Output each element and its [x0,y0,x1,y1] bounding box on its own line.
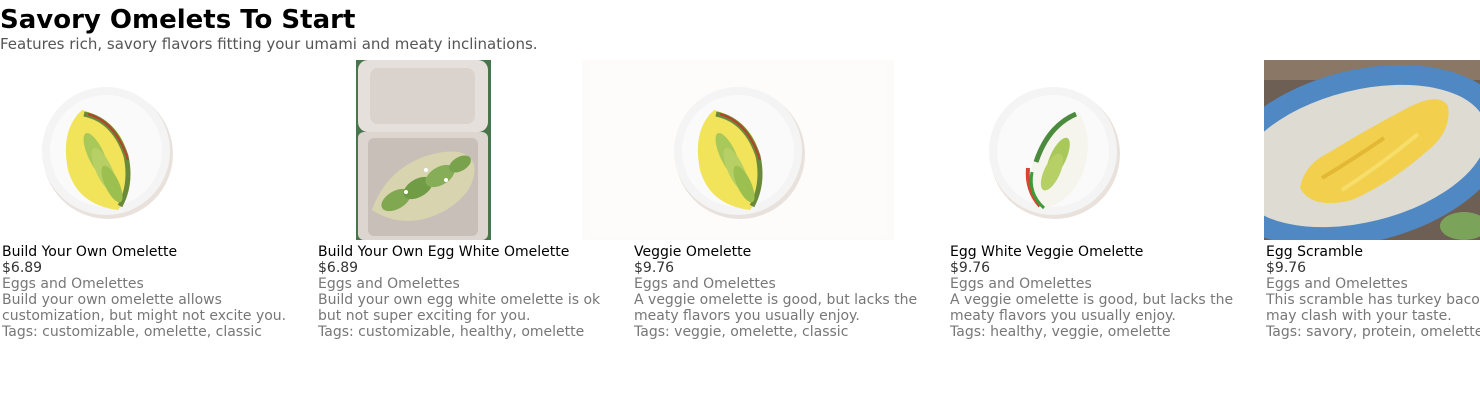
item-tags: Tags: savory, protein, omelette [1266,324,1480,340]
menu-item-row: Build Your Own Omelette $6.89 Eggs and O… [0,60,1480,380]
item-description: Build your own omelette allows customiza… [2,292,287,324]
item-price: $6.89 [2,260,43,276]
egg-white-omelette-plate-photo[interactable] [948,60,1160,240]
takeout-box-graphic [356,60,491,240]
omelette-plate-graphic [582,60,894,240]
item-description: A veggie omelette is good, but lacks the… [634,292,918,324]
item-category: Eggs and Omelettes [950,276,1092,292]
item-name: Build Your Own Omelette [2,244,178,260]
omelette-plate-graphic [0,60,212,240]
item-tags: Tags: veggie, omelette, classic [634,324,849,340]
menu-item-info: Egg Scramble $9.76 Eggs and Omelettes Th… [1266,244,1480,340]
item-price: $6.89 [318,260,359,276]
menu-item-card[interactable]: Veggie Omelette $9.76 Eggs and Omelettes… [582,60,948,360]
item-description: A veggie omelette is good, but lacks the… [950,292,1234,324]
scramble-platter-graphic [1264,60,1480,240]
item-name: Egg Scramble [1266,244,1364,260]
menu-item-card[interactable]: Build Your Own Omelette $6.89 Eggs and O… [0,60,316,360]
item-tags: Tags: healthy, veggie, omelette [950,324,1171,340]
item-description: This scramble has turkey bacon and feta … [1266,292,1480,324]
item-name: Egg White Veggie Omelette [950,244,1144,260]
omelette-plate-photo[interactable] [582,60,894,240]
menu-item-info: Build Your Own Omelette $6.89 Eggs and O… [2,244,302,340]
item-price: $9.76 [1266,260,1307,276]
item-category: Eggs and Omelettes [2,276,144,292]
item-price: $9.76 [634,260,675,276]
menu-item-card[interactable]: Egg White Veggie Omelette $9.76 Eggs and… [948,60,1264,360]
omelette-plate-photo[interactable] [0,60,212,240]
item-name: Veggie Omelette [634,244,752,260]
item-category: Eggs and Omelettes [318,276,460,292]
section-subtitle: Features rich, savory flavors fitting yo… [0,35,538,53]
menu-item-card[interactable]: Egg Scramble $9.76 Eggs and Omelettes Th… [1264,60,1480,360]
item-tags: Tags: customizable, healthy, omelette [318,324,585,340]
menu-item-info: Egg White Veggie Omelette $9.76 Eggs and… [950,244,1250,340]
menu-item-info: Veggie Omelette $9.76 Eggs and Omelettes… [634,244,934,340]
scramble-platter-photo[interactable] [1264,60,1480,240]
takeout-box-omelette-photo[interactable] [356,60,491,240]
item-category: Eggs and Omelettes [634,276,776,292]
section-title: Savory Omelets To Start [0,5,356,35]
item-category: Eggs and Omelettes [1266,276,1408,292]
item-name: Build Your Own Egg White Omelette [318,244,570,260]
menu-item-info: Build Your Own Egg White Omelette $6.89 … [318,244,618,340]
egg-white-omelette-graphic [948,60,1160,240]
item-description: Build your own egg white omelette is ok … [318,292,601,324]
item-price: $9.76 [950,260,991,276]
item-tags: Tags: customizable, omelette, classic [2,324,262,340]
